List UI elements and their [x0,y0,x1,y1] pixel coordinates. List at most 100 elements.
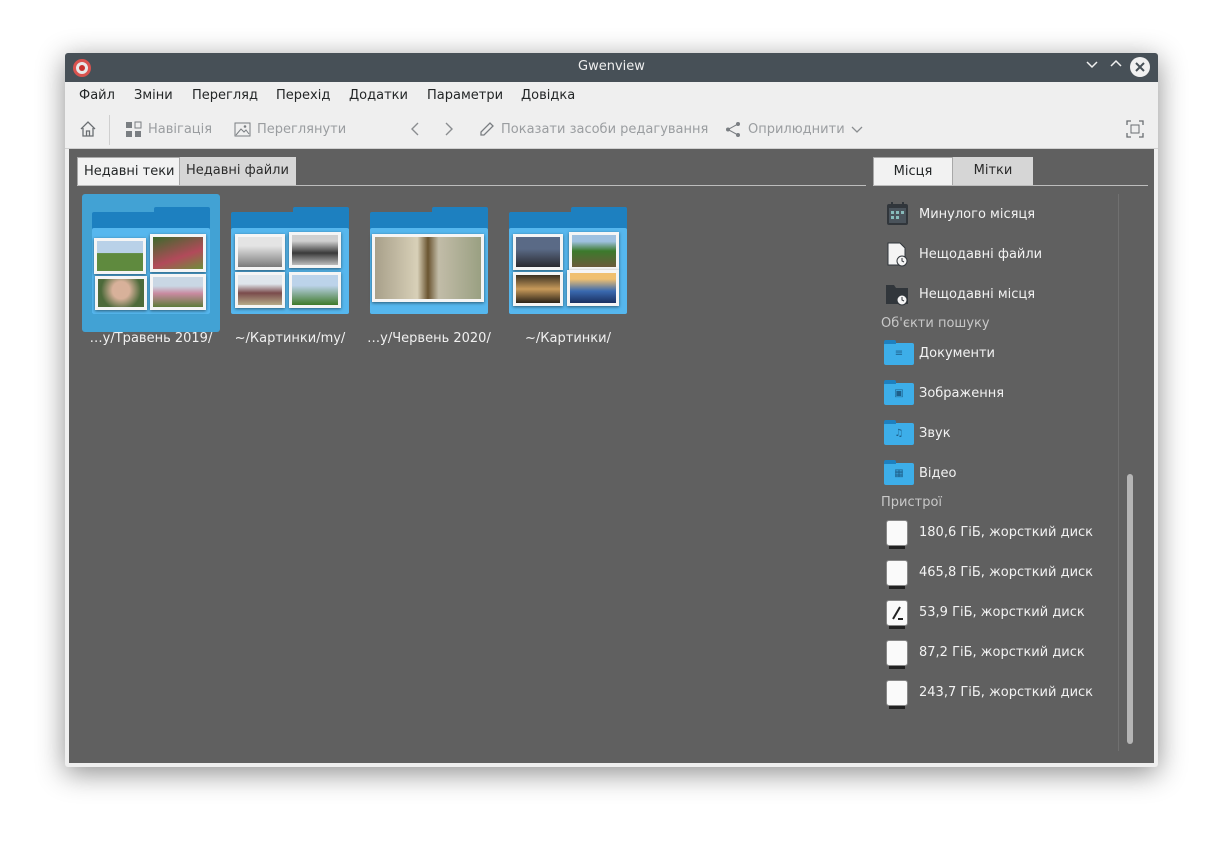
photo-thumbnail [150,274,206,310]
navigation-button[interactable]: Навігація [125,118,212,140]
chevron-right-icon [445,122,453,136]
folder-label: ~/Картинки/ [525,331,611,346]
photo-thumbnail [372,234,484,302]
devices-section-header: Пристрої [881,495,943,510]
view-button[interactable]: Переглянути [234,118,346,140]
hard-drive-icon [883,638,911,669]
menu-settings[interactable]: Параметри [427,88,503,103]
main-content: Недавні теки Недавні файли …y/Травень 20… [69,149,1154,763]
search-section-header: Об'єкти пошуку [881,316,990,331]
title-bar: Gwenview [65,53,1158,82]
place-label: Звук [919,425,951,441]
hard-drive-icon [883,518,911,549]
tab-places[interactable]: Місця [873,157,953,185]
menu-edit[interactable]: Зміни [134,88,173,103]
menu-plugins[interactable]: Додатки [349,88,408,103]
forward-button[interactable] [442,118,456,140]
folder-label: …y/Травень 2019/ [89,331,213,346]
recent-folder-icon [883,280,911,308]
chevron-down-icon [851,126,863,133]
folder-icon [509,207,627,314]
chevron-left-icon [411,122,419,136]
home-icon [80,121,96,137]
window-title: Gwenview [578,59,645,74]
photo-thumbnail [150,234,206,272]
photo-thumbnail [235,272,285,308]
folder-icon [370,207,488,314]
recent-document-icon [883,240,911,268]
place-images[interactable]: ▣ Зображення [883,378,1004,408]
photo-thumbnail [95,276,147,310]
folder-icon [231,207,349,314]
menu-help[interactable]: Довідка [521,88,575,103]
video-folder-icon: ▦ [883,459,914,487]
photo-thumbnail [513,272,563,306]
photo-thumbnail [567,270,619,306]
place-recent-files[interactable]: Нещодавні файли [883,239,1042,269]
scrollbar-thumb[interactable] [1127,474,1133,744]
maximize-button[interactable] [1106,57,1126,77]
hard-drive-icon [883,678,911,709]
folder-icon [92,207,210,314]
device-label: 243,7 ГіБ, жорсткий диск [919,684,1094,700]
tab-divider [77,185,866,186]
tab-divider [873,185,1148,186]
toolbar-separator [109,115,110,145]
place-label: Нещодавні файли [919,246,1043,262]
folder-label: ~/Картинки/my/ [234,331,346,346]
menu-file[interactable]: Файл [79,88,115,103]
edit-tools-label: Показати засоби редагування [501,121,709,137]
place-video[interactable]: ▦ Відео [883,458,956,488]
place-label: Відео [919,465,957,481]
menu-view[interactable]: Перегляд [192,88,258,103]
device-drive[interactable]: 53,9 ГіБ, жорсткий диск [883,597,1085,629]
menu-bar: Файл Зміни Перегляд Перехід Додатки Пара… [65,82,1158,110]
device-drive[interactable]: 465,8 ГіБ, жорсткий диск [883,557,1094,589]
folder-label: …y/Червень 2020/ [367,331,491,346]
place-last-month[interactable]: Минулого місяця [883,199,1035,229]
documents-folder-icon: ≡ [883,339,914,367]
tab-recent-folders[interactable]: Недавні теки [77,157,180,185]
pencil-icon [480,121,494,136]
edit-tools-button[interactable]: Показати засоби редагування [478,118,708,140]
places-panel: Місця Мітки Минулого місяця Нещодавні фа… [873,149,1154,763]
back-button[interactable] [408,118,422,140]
chevron-up-icon [1110,59,1122,67]
place-label: Минулого місяця [919,206,1036,222]
photo-thumbnail [235,234,285,270]
close-button[interactable] [1130,57,1150,77]
grid-icon [126,121,142,137]
minimize-button[interactable] [1082,57,1102,77]
scrollbar-track [1118,194,1119,751]
place-documents[interactable]: ≡ Документи [883,338,995,368]
device-label: 465,8 ГіБ, жорсткий диск [919,564,1094,580]
photo-thumbnail [513,234,563,270]
music-folder-icon: ♫ [883,419,914,447]
device-drive[interactable]: 180,6 ГіБ, жорсткий диск [883,517,1094,549]
place-label: Зображення [919,385,1005,401]
main-toolbar: Навігація Переглянути Показати засоби ре… [65,110,1158,149]
gwenview-window: Gwenview Файл Зміни Перегляд Перехід Дод… [65,53,1158,767]
tab-recent-files[interactable]: Недавні файли [180,157,296,185]
device-drive[interactable]: 243,7 ГіБ, жорсткий диск [883,677,1094,709]
calendar-icon [883,200,911,228]
photo-thumbnail [289,272,341,308]
navigation-label: Навігація [148,121,213,137]
tab-tags[interactable]: Мітки [953,157,1033,185]
place-recent-locations[interactable]: Нещодавні місця [883,279,1035,309]
home-button[interactable] [79,118,97,140]
share-label: Оприлюднити [748,121,845,137]
device-label: 53,9 ГіБ, жорсткий диск [919,604,1085,620]
place-label: Документи [919,345,995,361]
share-button[interactable]: Оприлюднити [725,118,863,140]
photo-thumbnail [569,232,619,270]
device-label: 180,6 ГіБ, жорсткий диск [919,524,1094,540]
fullscreen-button[interactable] [1126,118,1144,140]
device-drive[interactable]: 87,2 ГіБ, жорсткий диск [883,637,1085,669]
place-audio[interactable]: ♫ Звук [883,418,951,448]
view-label: Переглянути [257,121,347,137]
place-label: Нещодавні місця [919,286,1036,302]
hard-drive-icon [883,558,911,589]
menu-go[interactable]: Перехід [276,88,330,103]
photo-thumbnail [94,238,146,274]
